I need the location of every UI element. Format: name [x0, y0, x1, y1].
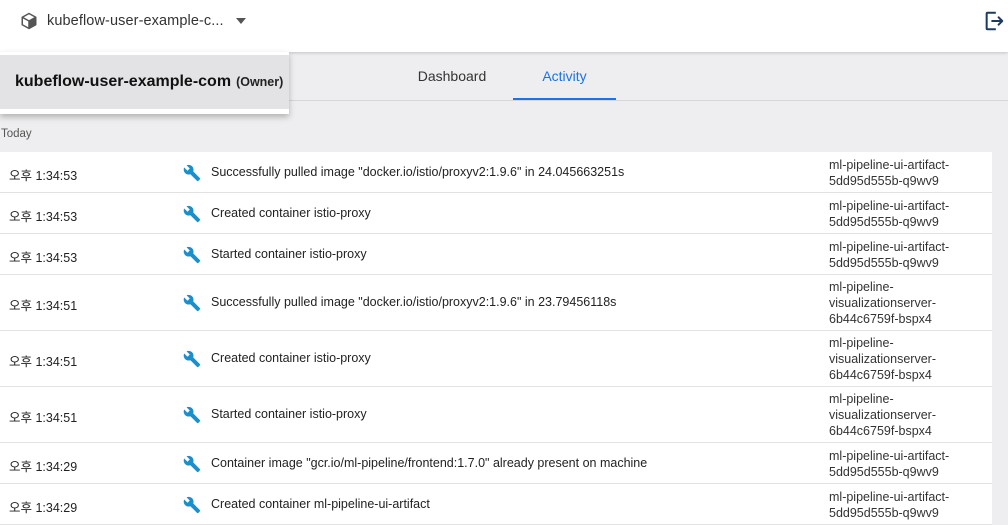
event-row: 오후 1:34:53 Created container istio-proxy m…: [0, 193, 992, 234]
wrench-icon: [183, 350, 201, 368]
section-label-today: Today: [1, 128, 32, 140]
namespace-selector-label: kubeflow-user-example-c...: [47, 13, 224, 29]
event-message: Successfully pulled image "docker.io/ist…: [211, 295, 617, 309]
event-source: ml-pipeline-ui-artifact- 5dd95d555b-q9wv9: [829, 239, 989, 271]
top-bar: kubeflow-user-example-c...: [0, 0, 1008, 52]
event-time: 오후 1:34:29: [9, 459, 78, 474]
event-source-line: 5dd95d555b-q9wv9: [829, 464, 939, 479]
cube-icon: [21, 12, 37, 30]
event-message: Started container istio-proxy: [211, 246, 367, 261]
event-source-line: visualizationserver-: [829, 296, 936, 310]
event-time: 오후 1:34:53: [9, 250, 78, 265]
namespace-selector[interactable]: kubeflow-user-example-c...: [20, 10, 246, 32]
namespace-option-role: (Owner): [236, 75, 284, 89]
event-message: Successfully pulled image "docker.io/ist…: [211, 164, 625, 179]
event-source-line: 5dd95d555b-q9wv9: [829, 173, 939, 188]
caret-down-icon: [235, 18, 246, 24]
event-source-line: 5dd95d555b-q9wv9: [829, 505, 939, 520]
event-row: 오후 1:34:51 Successfully pulled image "doc…: [0, 275, 992, 331]
event-message: Created container istio-proxy: [211, 351, 371, 365]
namespace-option-name: kubeflow-user-example-com: [15, 73, 232, 90]
event-source-line: ml-pipeline-ui-artifact-: [829, 198, 950, 213]
event-source: ml-pipeline-visualizationserver- 6b44c675…: [829, 279, 989, 327]
event-source-line: ml-pipeline-ui-artifact-: [829, 157, 950, 172]
event-source-line: visualizationserver-: [829, 352, 936, 366]
event-source-line: ml-pipeline-: [829, 336, 894, 350]
event-row: 오후 1:34:29 Container image "gcr.io/ml-pip…: [0, 443, 992, 484]
wrench-icon: [183, 455, 201, 472]
event-source: ml-pipeline-visualizationserver- 6b44c675…: [829, 391, 989, 439]
event-source-line: ml-pipeline-ui-artifact-: [829, 489, 950, 504]
logout-icon[interactable]: [983, 10, 1005, 32]
event-message: Created container istio-proxy: [211, 205, 371, 220]
event-message: Container image "gcr.io/ml-pipeline/fron…: [211, 455, 648, 470]
event-source-line: ml-pipeline-ui-artifact-: [829, 448, 950, 463]
namespace-dropdown: kubeflow-user-example-com (Owner): [0, 52, 289, 114]
event-source-line: ml-pipeline-: [829, 280, 894, 294]
event-source-line: ml-pipeline-: [829, 392, 894, 406]
event-time: 오후 1:34:51: [9, 355, 78, 369]
event-source-line: ml-pipeline-ui-artifact-: [829, 239, 950, 254]
event-source-line: 6b44c6759f-bspx4: [829, 424, 932, 438]
event-time: 오후 1:34:53: [9, 168, 78, 183]
wrench-icon: [183, 294, 201, 312]
wrench-icon: [183, 164, 201, 181]
event-time: 오후 1:34:53: [9, 209, 78, 224]
event-message: Created container ml-pipeline-ui-artifac…: [211, 496, 430, 511]
event-time: 오후 1:34:51: [9, 411, 78, 425]
event-row: 오후 1:34:51 Started container istio-proxy m…: [0, 387, 992, 443]
event-message: Started container istio-proxy: [211, 407, 367, 421]
event-row: 오후 1:34:51 Created container istio-proxy m…: [0, 331, 992, 387]
event-row: 오후 1:34:53 Successfully pulled image "doc…: [0, 152, 992, 193]
event-time: 오후 1:34:51: [9, 299, 78, 313]
tab-dashboard[interactable]: Dashboard: [390, 52, 514, 100]
event-source: ml-pipeline-ui-artifact- 5dd95d555b-q9wv9: [829, 448, 989, 480]
tab-activity[interactable]: Activity: [513, 52, 616, 100]
wrench-icon: [183, 246, 201, 263]
event-source-line: visualizationserver-: [829, 408, 936, 422]
event-source: ml-pipeline-ui-artifact- 5dd95d555b-q9wv9: [829, 157, 989, 189]
namespace-option[interactable]: kubeflow-user-example-com (Owner): [0, 55, 289, 109]
wrench-icon: [183, 496, 201, 513]
event-row: 오후 1:34:29 Created container ml-pipeline-…: [0, 484, 992, 525]
wrench-icon: [183, 406, 201, 424]
event-source: ml-pipeline-ui-artifact- 5dd95d555b-q9wv9: [829, 198, 989, 230]
event-source-line: 6b44c6759f-bspx4: [829, 312, 932, 326]
event-source-line: 5dd95d555b-q9wv9: [829, 255, 939, 270]
events-list: 오후 1:34:53 Successfully pulled image "doc…: [0, 152, 992, 525]
wrench-icon: [183, 205, 201, 222]
event-source-line: 5dd95d555b-q9wv9: [829, 214, 939, 229]
event-time: 오후 1:34:29: [9, 500, 78, 515]
event-source-line: 6b44c6759f-bspx4: [829, 368, 932, 382]
event-source: ml-pipeline-ui-artifact- 5dd95d555b-q9wv9: [829, 489, 989, 521]
event-source: ml-pipeline-visualizationserver- 6b44c675…: [829, 335, 989, 383]
event-row: 오후 1:34:53 Started container istio-proxy m…: [0, 234, 992, 275]
